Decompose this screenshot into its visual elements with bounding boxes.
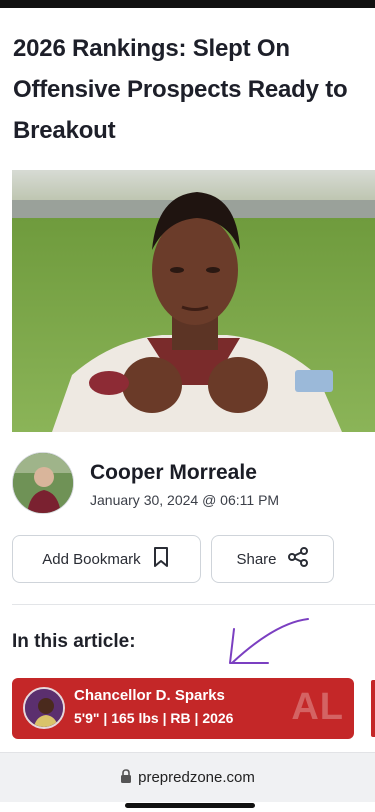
hero-image <box>12 170 375 432</box>
status-bar-strip <box>0 0 375 8</box>
author-block: Cooper Morreale January 30, 2024 @ 06:11… <box>12 452 362 514</box>
player-photo <box>23 687 65 729</box>
share-icon <box>287 546 309 572</box>
in-this-article-heading: In this article: <box>12 631 136 652</box>
add-bookmark-label: Add Bookmark <box>42 550 141 568</box>
home-indicator <box>125 803 255 808</box>
browser-url-bar[interactable]: prepredzone.com <box>0 752 375 802</box>
player-name: Chancellor D. Sparks <box>74 687 225 704</box>
author-avatar[interactable] <box>12 452 74 514</box>
annotation-arrow-icon <box>220 615 315 675</box>
next-player-card-peek[interactable] <box>371 680 375 737</box>
section-divider <box>12 604 375 605</box>
player-state-abbr: AL <box>291 686 344 728</box>
url-text: prepredzone.com <box>138 769 255 786</box>
share-button[interactable]: Share <box>211 535 334 583</box>
publish-date: January 30, 2024 @ 06:11 PM <box>90 492 280 508</box>
bookmark-icon <box>151 546 171 572</box>
author-name[interactable]: Cooper Morreale <box>90 461 257 485</box>
share-label: Share <box>236 550 277 568</box>
lock-icon <box>120 768 132 787</box>
add-bookmark-button[interactable]: Add Bookmark <box>12 535 201 583</box>
player-info: 5'9" | 165 lbs | RB | 2026 <box>74 710 234 726</box>
article-title: 2026 Rankings: Slept On Offensive Prospe… <box>13 35 348 144</box>
player-card[interactable]: Chancellor D. Sparks 5'9" | 165 lbs | RB… <box>12 678 354 739</box>
